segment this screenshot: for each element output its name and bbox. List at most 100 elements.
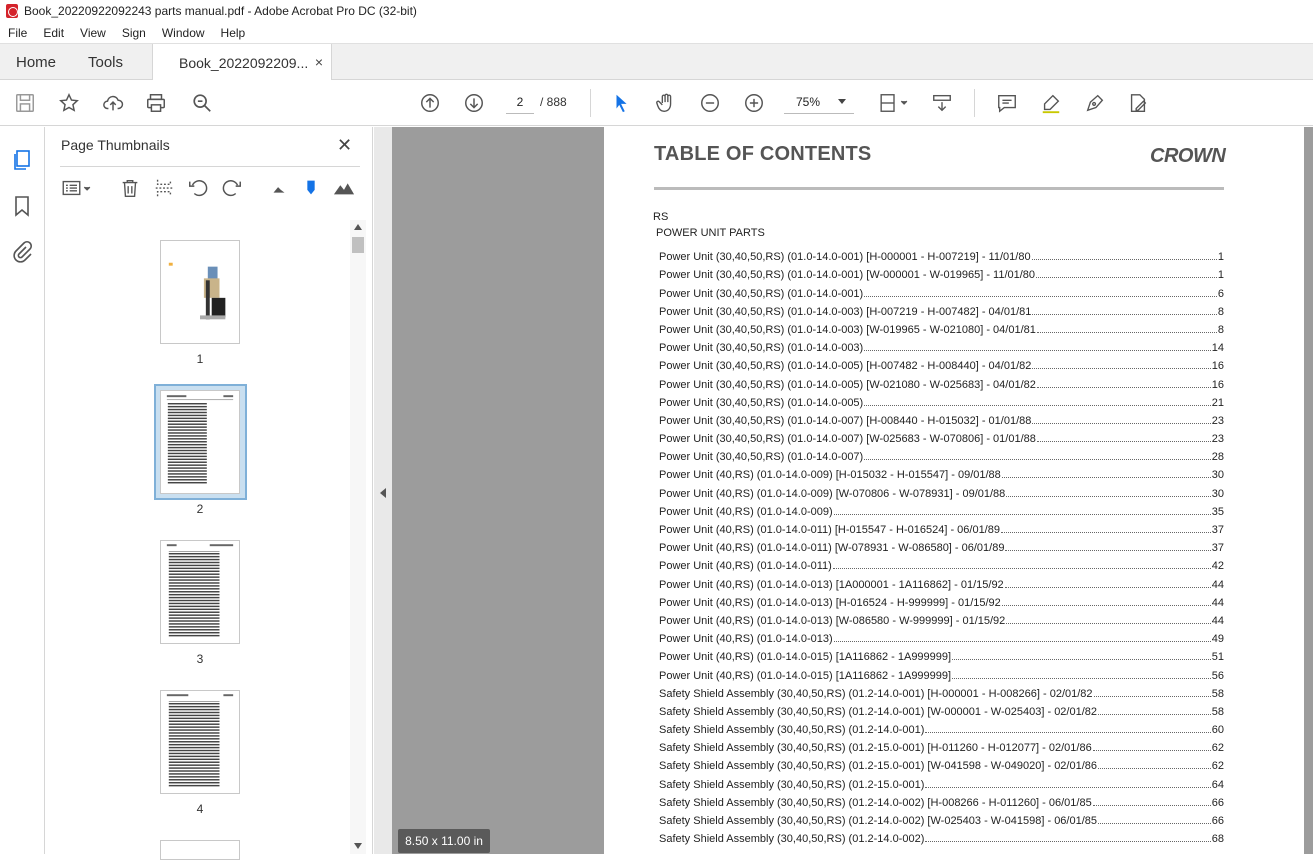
toc-entry[interactable]: Power Unit (30,40,50,RS) (01.0-14.0-007)… (659, 427, 1224, 445)
toolbar-divider (590, 89, 591, 117)
toc-entry[interactable]: Safety Shield Assembly (30,40,50,RS) (01… (659, 682, 1224, 700)
toc-entry[interactable]: Power Unit (30,40,50,RS) (01.0-14.0-007)… (659, 409, 1224, 427)
toc-entry[interactable]: Power Unit (30,40,50,RS) (01.0-14.0-003)… (659, 336, 1224, 354)
draw-pen-icon[interactable] (1083, 91, 1107, 115)
toc-entry[interactable]: Power Unit (40,RS) (01.0-14.0-015) [1A11… (659, 663, 1224, 682)
thumbnail-size-slider-icon[interactable] (300, 177, 324, 201)
toc-entry[interactable]: Power Unit (30,40,50,RS) (01.0-14.0-005)… (659, 372, 1224, 391)
page-number-input[interactable]: 2 (506, 90, 534, 114)
toc-entry[interactable]: Power Unit (40,RS) (01.0-14.0-011) [W-07… (659, 536, 1224, 554)
fit-page-icon[interactable] (876, 91, 912, 115)
search-zoom-icon[interactable] (190, 91, 214, 115)
toc-entry-title: Power Unit (30,40,50,RS) (01.0-14.0-001)… (659, 269, 1036, 282)
delete-page-icon[interactable] (119, 177, 143, 201)
save-icon[interactable] (13, 91, 37, 115)
rotate-counterclockwise-icon[interactable] (187, 177, 211, 201)
toc-leader-dots (1093, 695, 1211, 697)
thumbnail-options-icon[interactable] (60, 177, 96, 201)
toc-entry[interactable]: Safety Shield Assembly (30,40,50,RS) (01… (659, 772, 1224, 791)
toc-entry-title: Power Unit (40,RS) (01.0-14.0-011) [H-01… (659, 524, 1000, 536)
menu-edit[interactable]: Edit (35, 26, 72, 40)
toc-entry[interactable]: Power Unit (40,RS) (01.0-14.0-013) [H-01… (659, 591, 1224, 609)
toc-entry[interactable]: Safety Shield Assembly (30,40,50,RS) (01… (659, 718, 1224, 736)
thumbnail-page-5[interactable] (160, 840, 240, 860)
toc-entry[interactable]: Power Unit (30,40,50,RS) (01.0-14.0-005)… (659, 391, 1224, 409)
toc-entry-title: Power Unit (30,40,50,RS) (01.0-14.0-003) (659, 342, 864, 355)
menu-sign[interactable]: Sign (114, 26, 154, 40)
zoom-in-icon[interactable] (742, 91, 766, 115)
thumbnail-page-2[interactable] (160, 390, 240, 494)
toc-entry[interactable]: Safety Shield Assembly (30,40,50,RS) (01… (659, 700, 1224, 718)
scrolling-mode-icon[interactable] (930, 91, 954, 115)
thumbnail-page-4[interactable] (160, 690, 240, 794)
toc-entry-title: Power Unit (30,40,50,RS) (01.0-14.0-003)… (659, 305, 1032, 318)
chevron-left-icon (380, 488, 386, 498)
toc-entry[interactable]: Safety Shield Assembly (30,40,50,RS) (01… (659, 809, 1224, 827)
scroll-up-icon[interactable] (354, 224, 362, 230)
menu-view[interactable]: View (72, 26, 114, 40)
toc-entry[interactable]: Power Unit (40,RS) (01.0-14.0-013) [W-08… (659, 609, 1224, 627)
toc-entry[interactable]: Power Unit (40,RS) (01.0-14.0-009) 35 (659, 500, 1224, 518)
tab-home[interactable]: Home (16, 44, 56, 81)
thumbnail-larger-icon[interactable] (333, 177, 357, 201)
select-cursor-icon[interactable] (610, 91, 634, 115)
toc-leader-dots (1036, 331, 1217, 333)
toc-entry-page: 66 (1211, 815, 1224, 827)
toc-entry[interactable]: Power Unit (30,40,50,RS) (01.0-14.0-005)… (659, 354, 1224, 372)
toc-entry[interactable]: Power Unit (40,RS) (01.0-14.0-015) [1A11… (659, 645, 1224, 663)
toc-entry-page: 66 (1211, 796, 1224, 809)
toc-entry[interactable]: Power Unit (30,40,50,RS) (01.0-14.0-001)… (659, 263, 1224, 281)
toc-entry[interactable]: Power Unit (40,RS) (01.0-14.0-011) 42 (659, 554, 1224, 572)
comment-icon[interactable] (995, 91, 1019, 115)
thumbnail-label-3: 3 (196, 652, 204, 666)
toc-entry[interactable]: Power Unit (30,40,50,RS) (01.0-14.0-003)… (659, 300, 1224, 318)
toc-entry[interactable]: Safety Shield Assembly (30,40,50,RS) (01… (659, 791, 1224, 809)
acrobat-icon (6, 4, 18, 18)
attachment-icon[interactable] (10, 240, 34, 264)
extract-page-icon[interactable] (153, 177, 177, 201)
page-thumbnails-icon[interactable] (10, 148, 34, 172)
previous-page-icon[interactable] (418, 91, 442, 115)
toc-entry[interactable]: Safety Shield Assembly (30,40,50,RS) (01… (659, 736, 1224, 754)
hand-tool-icon[interactable] (654, 91, 678, 115)
toc-entry[interactable]: Power Unit (40,RS) (01.0-14.0-009) [H-01… (659, 463, 1224, 481)
toc-entry-page: 21 (1211, 396, 1224, 409)
edit-document-icon[interactable] (1126, 91, 1150, 115)
thumbnail-scrollbar[interactable] (350, 220, 366, 854)
menu-file[interactable]: File (0, 26, 35, 40)
toc-entry-title: Power Unit (30,40,50,RS) (01.0-14.0-001)… (659, 251, 1031, 264)
toc-entry[interactable]: Power Unit (30,40,50,RS) (01.0-14.0-001)… (659, 245, 1224, 263)
thumbnail-page-3[interactable] (160, 540, 240, 644)
tab-document[interactable]: Book_2022092209... × (152, 44, 332, 81)
star-icon[interactable] (57, 91, 81, 115)
bookmark-icon[interactable] (10, 194, 34, 218)
menu-help[interactable]: Help (213, 26, 254, 40)
panel-close-icon[interactable]: ✕ (337, 135, 352, 156)
toc-entry[interactable]: Power Unit (30,40,50,RS) (01.0-14.0-007)… (659, 445, 1224, 463)
tab-close-icon[interactable]: × (315, 54, 323, 70)
toc-leader-dots (1032, 422, 1211, 424)
zoom-level-select[interactable]: 75% (784, 90, 854, 114)
menu-window[interactable]: Window (154, 26, 213, 40)
toc-entry[interactable]: Safety Shield Assembly (30,40,50,RS) (01… (659, 754, 1224, 772)
toc-entry[interactable]: Power Unit (40,RS) (01.0-14.0-013) [1A00… (659, 572, 1224, 591)
thumbnail-page-1[interactable] (160, 240, 240, 344)
toc-entry[interactable]: Power Unit (40,RS) (01.0-14.0-009) [W-07… (659, 481, 1224, 500)
panel-collapse-bar[interactable] (374, 127, 392, 854)
scroll-thumb[interactable] (352, 237, 364, 253)
print-icon[interactable] (144, 91, 168, 115)
toc-entry[interactable]: Power Unit (30,40,50,RS) (01.0-14.0-003)… (659, 318, 1224, 336)
toc-entry-page: 64 (1211, 778, 1224, 791)
toc-entry[interactable]: Safety Shield Assembly (30,40,50,RS) (01… (659, 827, 1224, 845)
thumbnail-smaller-icon[interactable] (268, 177, 292, 201)
highlight-pen-icon[interactable] (1039, 91, 1063, 115)
toc-entry[interactable]: Power Unit (30,40,50,RS) (01.0-14.0-001)… (659, 281, 1224, 300)
tab-tools[interactable]: Tools (88, 44, 123, 81)
toc-entry[interactable]: Power Unit (40,RS) (01.0-14.0-011) [H-01… (659, 518, 1224, 536)
scroll-down-icon[interactable] (354, 843, 362, 849)
zoom-out-icon[interactable] (698, 91, 722, 115)
upload-cloud-icon[interactable] (101, 91, 125, 115)
next-page-icon[interactable] (462, 91, 486, 115)
rotate-clockwise-icon[interactable] (221, 177, 245, 201)
toc-entry[interactable]: Power Unit (40,RS) (01.0-14.0-013) 49 (659, 627, 1224, 645)
